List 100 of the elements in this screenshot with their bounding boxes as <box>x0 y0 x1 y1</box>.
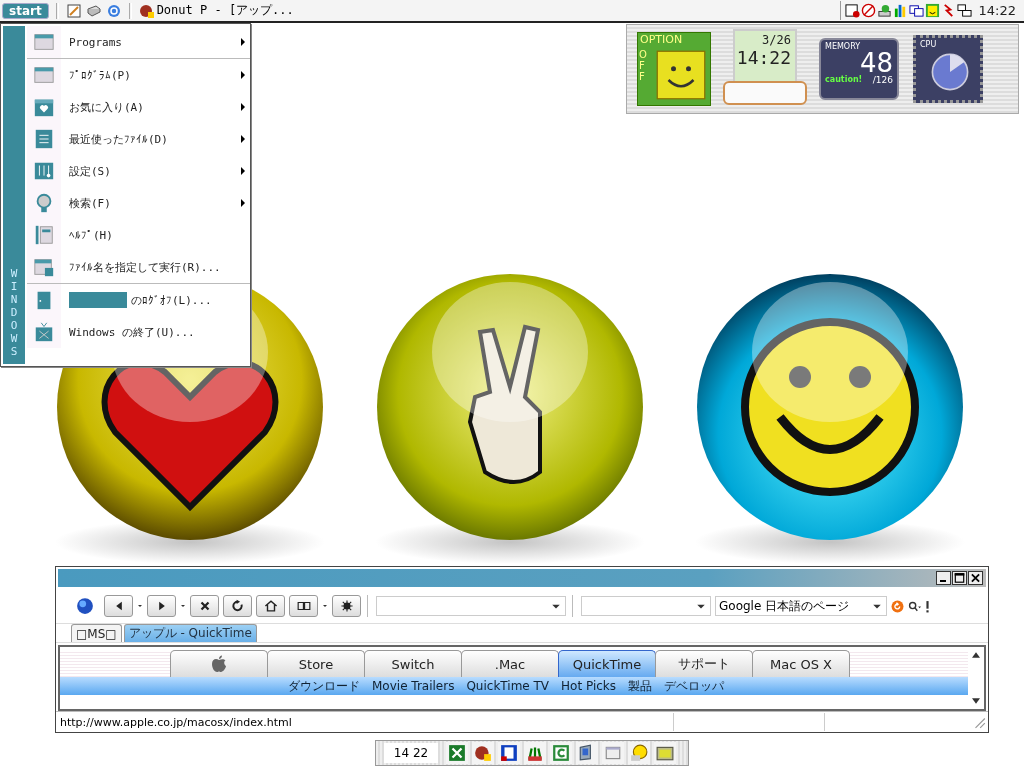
globe-icon[interactable] <box>76 597 94 615</box>
tv-icon <box>33 321 55 343</box>
dropdown-arrow-icon[interactable] <box>180 603 186 609</box>
maximize-button[interactable] <box>952 571 967 585</box>
forward-button[interactable] <box>147 595 176 617</box>
peace-hand-orb-drawing[interactable] <box>375 274 645 564</box>
spreadsheet-icon[interactable] <box>446 742 468 764</box>
home-button[interactable] <box>256 595 285 617</box>
menu-item-label: ﾌｧｲﾙ名を指定して実行(R)... <box>69 259 222 275</box>
menu-item[interactable]: ﾌｧｲﾙ名を指定して実行(R)... <box>27 251 250 284</box>
window-icon <box>33 31 55 53</box>
close-button[interactable] <box>968 571 983 585</box>
site-nav-tab[interactable]: Mac OS X <box>752 650 850 677</box>
status-url: http://www.apple.co.jp/macosx/index.html <box>59 715 293 729</box>
bug-icon <box>339 599 354 613</box>
window-icon[interactable] <box>602 742 624 764</box>
time-text: 14:22 <box>736 47 791 68</box>
bug-button[interactable] <box>332 595 361 617</box>
browser-icon <box>138 2 155 19</box>
menu-item[interactable]: 検索(F) <box>27 187 250 219</box>
dock-clock: 14 22 <box>384 743 438 763</box>
folder-icon[interactable] <box>654 742 676 764</box>
browser-icon[interactable] <box>105 2 122 19</box>
pie-chart-icon <box>931 53 969 91</box>
site-nav-tab[interactable]: Store <box>267 650 365 677</box>
dropdown-arrow-icon[interactable] <box>322 603 328 609</box>
menu-item-label: Windows の終了(U)... <box>69 324 196 340</box>
menu-item[interactable]: のﾛｸﾞｵﾌ(L)... <box>27 284 250 316</box>
browser-icon[interactable] <box>472 742 494 764</box>
submenu-arrow-icon <box>241 38 245 46</box>
submenu-arrow-icon <box>241 135 245 143</box>
taskbar-window-button[interactable]: Donut P - [アップ... <box>138 2 294 19</box>
option-label: OPTION <box>640 33 683 46</box>
site-nav-tab[interactable] <box>170 650 268 677</box>
close-icon <box>969 572 982 584</box>
site-nav-tab[interactable]: Switch <box>364 650 462 677</box>
redacted-block <box>69 292 127 308</box>
smiley-orb-drawing[interactable] <box>695 274 965 564</box>
bookmarks-button[interactable] <box>289 595 318 617</box>
menu-item[interactable]: ﾌﾟﾛｸﾞﾗﾑ(P) <box>27 59 250 91</box>
monitor-icon[interactable] <box>576 742 598 764</box>
submenu-arrow-icon <box>241 103 245 111</box>
memory-value: 48 <box>859 51 893 75</box>
menu-item-label: お気に入り(A) <box>69 99 145 115</box>
option-state: OFF <box>639 49 648 82</box>
menu-item[interactable]: Programs <box>27 26 250 59</box>
sub-navigation-link[interactable]: QuickTime TV <box>466 679 550 693</box>
start-button[interactable]: start <box>2 2 49 19</box>
sub-navigation-link[interactable]: ダウンロード <box>288 677 360 695</box>
menu-item-label: 検索(F) <box>69 195 112 211</box>
menu-item-label: 設定(S) <box>69 163 112 179</box>
back-button[interactable] <box>104 595 133 617</box>
dropdown-arrow-icon[interactable] <box>137 603 143 609</box>
cpu-label: CPU <box>920 40 937 49</box>
menu-item[interactable]: 設定(S) <box>27 155 250 187</box>
bar-graph-icon[interactable] <box>892 3 908 18</box>
clock: 14:22 <box>978 3 1016 18</box>
menu-item[interactable]: Windows の終了(U)... <box>27 316 250 348</box>
notepad-icon[interactable] <box>65 2 82 19</box>
browser-tab[interactable]: □MS□ <box>71 624 122 642</box>
menu-item-label: ﾍﾙﾌﾟ(H) <box>69 228 114 242</box>
submenu-arrow-icon <box>241 167 245 175</box>
sub-navigation-link[interactable]: Hot Picks <box>561 679 617 693</box>
document-icon[interactable] <box>498 742 520 764</box>
network-icon[interactable] <box>956 3 972 18</box>
exclamation-icon[interactable] <box>925 599 930 613</box>
letter-c-icon[interactable] <box>550 742 572 764</box>
window-icon <box>33 64 55 86</box>
site-nav-tab[interactable]: QuickTime <box>558 650 656 677</box>
address-field[interactable] <box>376 596 566 616</box>
help-icon <box>33 224 55 246</box>
menu-item-label: のﾛｸﾞｵﾌ(L)... <box>131 292 213 308</box>
reload-button[interactable] <box>223 595 252 617</box>
search-icon[interactable] <box>908 599 921 613</box>
submenu-arrow-icon <box>241 199 245 207</box>
browser-tab[interactable]: アップル - QuickTime <box>123 624 257 642</box>
resize-grip-icon[interactable] <box>972 715 986 729</box>
plant-icon[interactable] <box>524 742 546 764</box>
reload-icon <box>230 599 245 613</box>
submenu-arrow-icon <box>241 71 245 79</box>
menu-item-label: ﾌﾟﾛｸﾞﾗﾑ(P) <box>69 68 132 82</box>
sub-navigation-link[interactable]: Movie Trailers <box>372 679 455 693</box>
site-nav-tab[interactable]: .Mac <box>461 650 559 677</box>
windows-icon[interactable] <box>908 3 924 18</box>
menu-item[interactable]: 最近使ったﾌｧｲﾙ(D) <box>27 123 250 155</box>
search-field[interactable] <box>581 596 711 616</box>
sub-navigation-link[interactable]: 製品 <box>628 677 653 695</box>
stop-button[interactable] <box>190 595 219 617</box>
smiley-icon[interactable] <box>628 742 650 764</box>
drive-icon[interactable] <box>85 2 102 19</box>
disk-icon[interactable] <box>876 3 892 18</box>
memory-label: MEMORY <box>825 42 861 51</box>
sub-navigation-link[interactable]: デベロッパ <box>664 677 725 695</box>
site-nav-tab[interactable]: サポート <box>655 650 753 677</box>
home-icon <box>263 599 278 613</box>
menu-item[interactable]: ﾍﾙﾌﾟ(H) <box>27 219 250 251</box>
minimize-button[interactable] <box>936 571 951 585</box>
search-engine-dropdown[interactable]: Google 日本語のページ <box>715 596 887 616</box>
menu-item[interactable]: お気に入り(A) <box>27 91 250 123</box>
minimize-icon <box>940 580 946 582</box>
